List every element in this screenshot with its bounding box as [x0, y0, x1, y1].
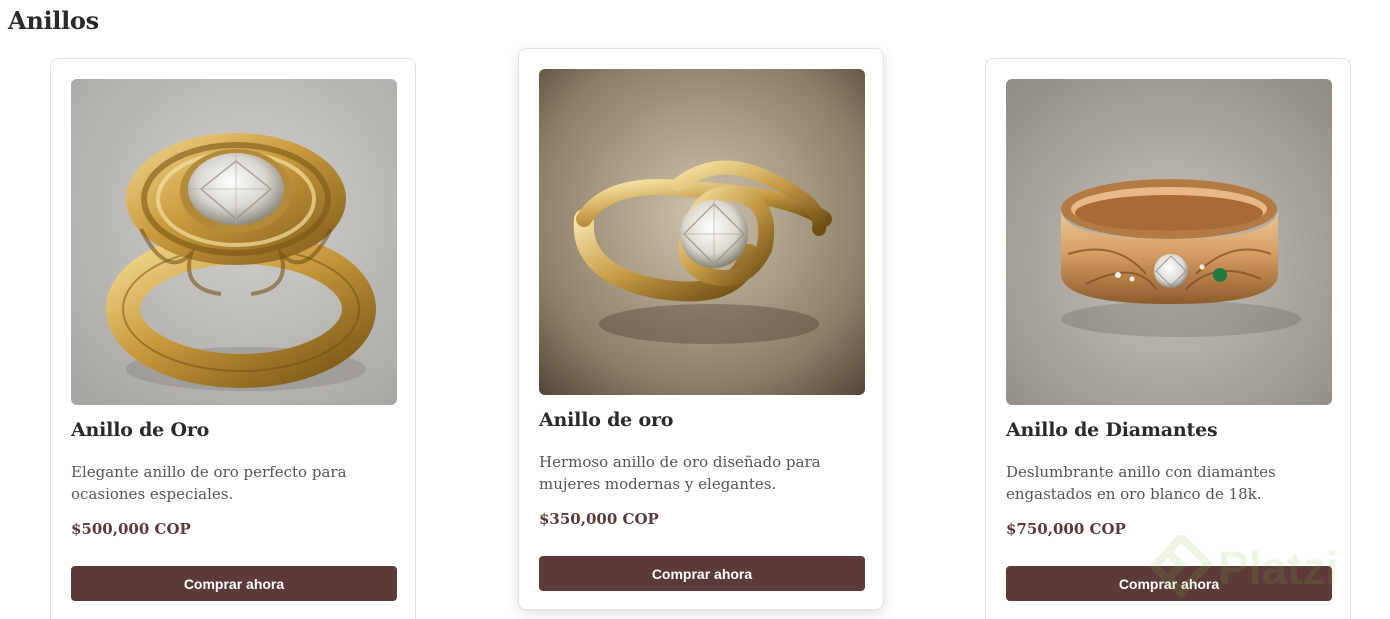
- product-price: $500,000 COP: [71, 520, 191, 538]
- product-description: Elegante anillo de oro perfecto para oca…: [71, 463, 347, 503]
- product-image-filigree-gold-ring[interactable]: [71, 79, 397, 405]
- product-name: Anillo de Diamantes: [1006, 419, 1218, 441]
- product-card: Anillo de oro Hermoso anillo de oro dise…: [518, 48, 884, 610]
- product-description: Deslumbrante anillo con diamantes engast…: [1006, 463, 1276, 503]
- product-image-twisted-gold-ring[interactable]: [539, 69, 865, 395]
- product-card: Anillo de Oro Elegante anillo de oro per…: [50, 58, 416, 619]
- buy-now-button[interactable]: Comprar ahora: [71, 566, 397, 601]
- buy-now-button[interactable]: Comprar ahora: [1006, 566, 1332, 601]
- product-price: $350,000 COP: [539, 510, 659, 528]
- product-name: Anillo de Oro: [71, 419, 210, 441]
- product-image-diamond-band-ring[interactable]: [1006, 79, 1332, 405]
- product-card: Anillo de Diamantes Deslumbrante anillo …: [985, 58, 1351, 619]
- product-price: $750,000 COP: [1006, 520, 1126, 538]
- buy-now-button[interactable]: Comprar ahora: [539, 556, 865, 591]
- page-title: Anillos: [8, 6, 99, 35]
- product-name: Anillo de oro: [539, 409, 674, 431]
- product-description: Hermoso anillo de oro diseñado para muje…: [539, 453, 821, 493]
